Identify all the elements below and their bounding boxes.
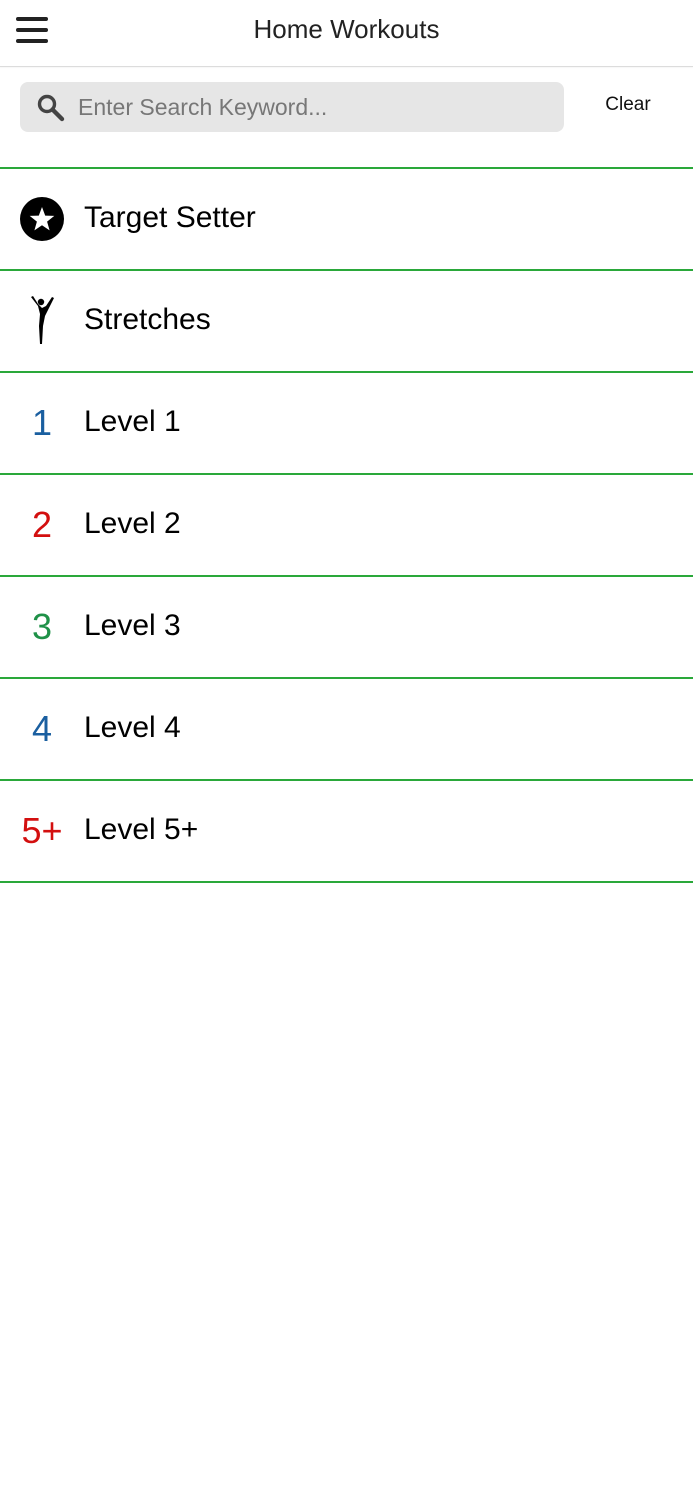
clear-button[interactable]: Clear: [596, 94, 660, 120]
search-icon: [37, 94, 65, 122]
stretching-figure-icon: [14, 296, 70, 345]
list-item-stretches[interactable]: Stretches: [0, 271, 693, 371]
list-item-label: Level 3: [84, 609, 181, 642]
number-2-icon: 2: [31, 504, 53, 545]
list-item-level-3[interactable]: 3 Level 3: [0, 577, 693, 677]
list-divider: [0, 881, 693, 883]
list-item-label: Level 5+: [84, 813, 199, 846]
search-box[interactable]: [20, 82, 564, 132]
number-5-plus-icon: 5+: [21, 810, 63, 851]
search-bar: Clear: [0, 67, 693, 151]
list-item-label: Stretches: [84, 303, 211, 336]
number-1-icon: 1: [31, 402, 53, 443]
page-title: Home Workouts: [253, 14, 440, 44]
list-item-label: Level 2: [84, 507, 181, 540]
number-4-icon: 4: [31, 708, 53, 749]
app-header: Home Workouts: [0, 0, 693, 67]
list-item-label: Level 1: [84, 405, 181, 438]
search-input[interactable]: [78, 82, 548, 132]
number-3-icon: 3: [31, 606, 53, 647]
list-item-level-1[interactable]: 1 Level 1: [0, 373, 693, 473]
list-item-level-5-plus[interactable]: 5+ Level 5+: [0, 781, 693, 881]
list-item-target-setter[interactable]: Target Setter: [0, 169, 693, 269]
list-item-level-2[interactable]: 2 Level 2: [0, 475, 693, 575]
list-item-label: Target Setter: [84, 201, 256, 234]
list-item-label: Level 4: [84, 711, 181, 744]
star-circle-icon: [14, 195, 70, 243]
list-item-level-4[interactable]: 4 Level 4: [0, 679, 693, 779]
